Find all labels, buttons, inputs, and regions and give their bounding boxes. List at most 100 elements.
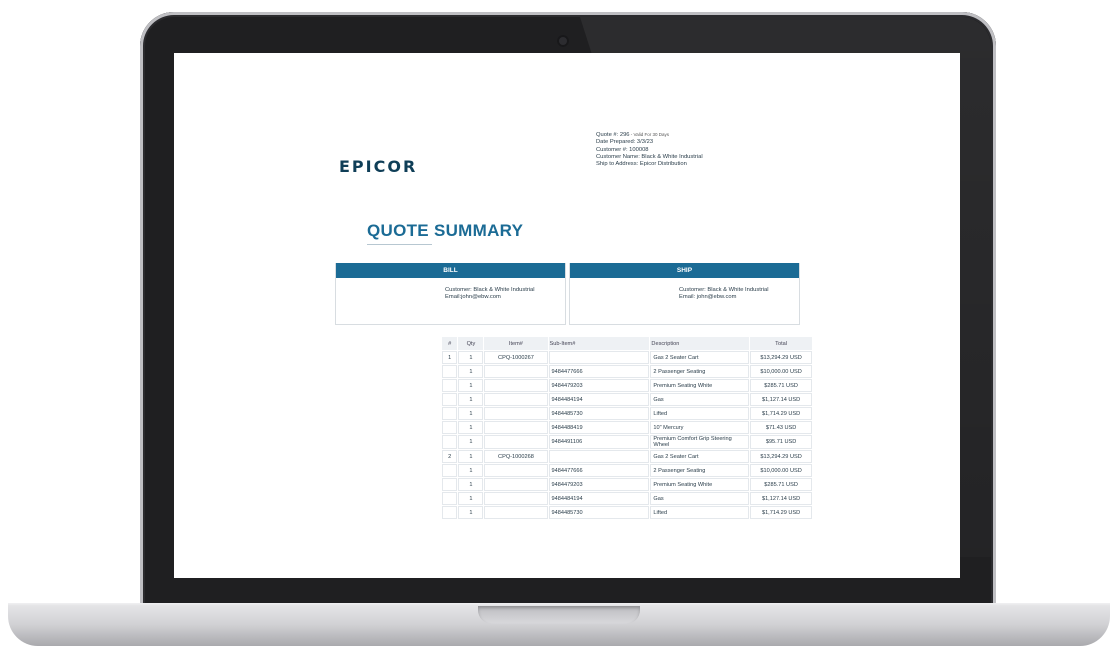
cell-number [442,492,458,505]
ship-box: SHIP Customer: Black & White Industrial … [569,263,800,325]
table-row: 1 9484477666 2 Passenger Seating $10,000.00… [442,365,812,378]
table-row: 1 9484479203 Premium Seating White $285.71 … [442,379,812,392]
customer-name: Customer Name: Black & White Industrial [596,153,703,160]
ship-email: Email: john@ebw.com [679,294,737,300]
table-row: 1 9484488419 10" Mercury $71.43 USD [442,421,812,434]
cell-number [442,464,458,477]
cell-qty: 1 [458,393,484,406]
cell-sub-item: 9484484194 [548,492,650,505]
cell-total: $13,294.29 USD [750,351,812,364]
cell-description: Gas 2 Seater Cart [650,450,750,463]
cell-total: $10,000.00 USD [750,464,812,477]
cell-qty: 1 [458,365,484,378]
cell-qty: 1 [458,435,484,449]
cell-qty: 1 [458,506,484,519]
table-row: 1 9484485730 Lifted $1,714.29 USD [442,407,812,420]
cell-qty: 1 [458,492,484,505]
cell-total: $285.71 USD [750,478,812,491]
table-row: 1 9484484194 Gas $1,127.14 USD [442,393,812,406]
col-total: Total [750,337,812,350]
ship-header: SHIP [570,263,799,278]
col-description: Description [650,337,750,350]
cell-total: $10,000.00 USD [750,365,812,378]
cell-description: Premium Seating White [650,478,750,491]
cell-item [484,379,548,392]
cell-total: $1,714.29 USD [750,506,812,519]
cell-sub-item: 9484477666 [548,464,650,477]
cell-qty: 1 [458,464,484,477]
cell-description: Lifted [650,407,750,420]
table-header-row: # Qty Item# Sub-Item# Description Total [442,337,812,350]
cell-total: $1,127.14 USD [750,492,812,505]
col-sub-item: Sub-Item# [548,337,650,350]
bill-body: Customer: Black & White Industrial Email… [336,278,565,301]
quote-number: Quote #: 296 [596,132,630,138]
table-row: 2 1 CPQ-1000268 Gas 2 Seater Cart $13,294.29… [442,450,812,463]
title-divider [367,244,432,245]
cell-description: Premium Comfort Grip Steering Wheel [650,435,750,449]
cell-qty: 1 [458,421,484,434]
webcam-icon [557,35,569,47]
cell-number [442,407,458,420]
page-title: QUOTE SUMMARY [367,221,524,240]
cell-number [442,365,458,378]
bill-email: Email:john@ebw.com [445,294,501,300]
cell-item [484,506,548,519]
cell-item [484,478,548,491]
table-row: 1 9484491106 Premium Comfort Grip Steering… [442,435,812,449]
cell-item [484,435,548,449]
cell-item [484,492,548,505]
col-qty: Qty [458,337,484,350]
cell-item: CPQ-1000268 [484,450,548,463]
cell-item [484,365,548,378]
cell-description: 2 Passenger Seating [650,464,750,477]
cell-number [442,435,458,449]
ship-customer: Customer: Black & White Industrial [679,287,769,293]
cell-description: Premium Seating White [650,379,750,392]
bill-customer: Customer: Black & White Industrial [445,287,535,293]
cell-number [442,379,458,392]
cell-sub-item: 9484479203 [548,478,650,491]
epicor-logo: EPICOR [339,157,418,176]
valid-note: - Valid For 30 Days [629,132,669,137]
table-row: 1 1 CPQ-1000267 Gas 2 Seater Cart $13,294.29… [442,351,812,364]
quote-meta: Quote #: 296 - Valid For 30 Days Date Pr… [596,131,703,168]
cell-sub-item [548,450,650,463]
cell-total: $1,714.29 USD [750,407,812,420]
customer-number: Customer #: 100008 [596,146,649,153]
bill-box: BILL Customer: Black & White Industrial … [335,263,566,325]
screen: EPICOR Quote #: 296 - Valid For 30 Days … [174,53,960,578]
cell-description: 2 Passenger Seating [650,365,750,378]
cell-number [442,506,458,519]
bill-header: BILL [336,263,565,278]
cell-number: 2 [442,450,458,463]
laptop-notch [478,606,640,624]
table-row: 1 9484484194 Gas $1,127.14 USD [442,492,812,505]
col-number: # [442,337,458,350]
cell-qty: 1 [458,379,484,392]
cell-total: $95.71 USD [750,435,812,449]
cell-number [442,393,458,406]
cell-item [484,421,548,434]
cell-sub-item: 9484479203 [548,379,650,392]
cell-qty: 1 [458,351,484,364]
cell-number [442,421,458,434]
table-row: 1 9484485730 Lifted $1,714.29 USD [442,506,812,519]
ship-to-address: Ship to Address: Epicor Distribution [596,161,687,168]
cell-item: CPQ-1000267 [484,351,548,364]
cell-item [484,407,548,420]
cell-sub-item: 9484485730 [548,506,650,519]
date-prepared: Date Prepared: 3/3/23 [596,139,654,146]
quote-items-table: # Qty Item# Sub-Item# Description Total … [441,336,813,520]
cell-number: 1 [442,351,458,364]
cell-sub-item: 9484488419 [548,421,650,434]
cell-total: $285.71 USD [750,379,812,392]
ship-body: Customer: Black & White Industrial Email… [570,278,799,301]
cell-number [442,478,458,491]
col-item: Item# [484,337,548,350]
cell-sub-item: 9484485730 [548,407,650,420]
cell-description: Gas [650,492,750,505]
cell-item [484,393,548,406]
table-row: 1 9484477666 2 Passenger Seating $10,000.00… [442,464,812,477]
cell-description: Gas 2 Seater Cart [650,351,750,364]
